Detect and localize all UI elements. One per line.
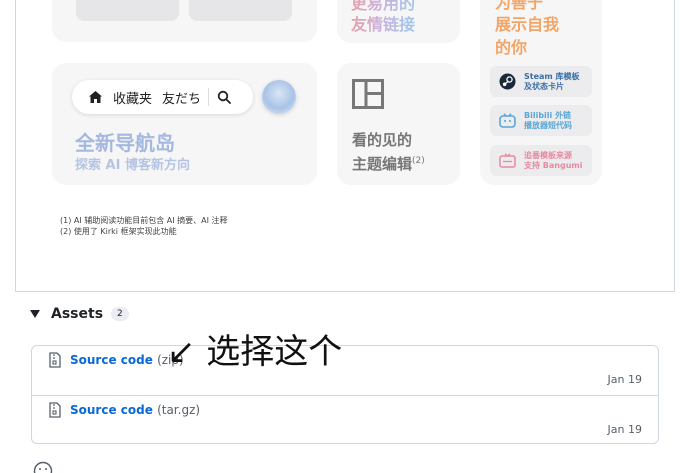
feature-pill-b [189, 0, 292, 21]
file-zip-icon [49, 402, 61, 422]
tv-icon [499, 153, 516, 168]
asset-name-targz: Source code [70, 403, 153, 417]
steam-card-label: Steam 库模板 及状态卡片 [524, 72, 580, 92]
assets-title: Assets [51, 306, 104, 322]
asset-date-targz: Jan 19 [607, 423, 642, 436]
bilibili-label-line2: 播放器短代码 [524, 120, 572, 130]
asset-link-targz[interactable]: Source code (tar.gz) [70, 403, 200, 417]
showcase-line3: 的你 [495, 38, 528, 57]
footnote-marker: (2) [412, 156, 425, 166]
triangle-down-icon [30, 310, 40, 318]
bilibili-label: Bilibili 外链 播放器短代码 [524, 111, 572, 131]
friend-links-line2: 友情链接 [351, 11, 415, 35]
bilibili-icon [499, 113, 516, 128]
asset-row-targz: Source code (tar.gz) Jan 19 [32, 395, 658, 444]
nav-island-subtitle: 探索 AI 博客新方向 [75, 158, 190, 173]
annotation-choose-this: ↙ 选择这个 [167, 332, 343, 372]
layout-grid-icon [352, 79, 384, 113]
page: 更易用的 友情链接 为善于 展示自我 的你 收藏夹 友だち 全新导航岛 探索 A… [0, 0, 690, 473]
home-icon [88, 90, 103, 104]
footnote-2: (2) 使用了 Kirki 框架实现此功能 [60, 227, 177, 236]
bangumi-template-button[interactable]: 追番模板来源 支持 Bangumi [490, 145, 592, 176]
avatar [262, 80, 296, 114]
bangumi-label-line1: 追番模板来源 [524, 150, 572, 160]
footnote-1: (1) AI 辅助阅读功能目前包含 AI 摘要、AI 注释 [60, 216, 228, 225]
assets-list: Source code (zip) Jan 19 Source code (ta… [31, 345, 659, 444]
feature-tile-top-left [52, 0, 317, 42]
asset-date-zip: Jan 19 [607, 373, 642, 386]
nav-island-title: 全新导航岛 [75, 131, 175, 155]
asset-ext-targz: (tar.gz) [157, 403, 201, 417]
assets-toggle[interactable]: Assets 2 [30, 306, 129, 322]
theme-editor-title: 看的见的 主题编辑(2) [352, 130, 462, 175]
showcase-line2: 展示自我 [495, 15, 560, 34]
nav-item-friends: 友だち [162, 91, 202, 107]
feature-pill-a [76, 0, 179, 21]
steam-label-line1: Steam 库模板 [524, 71, 580, 81]
theme-title-line2: 主题编辑 [352, 155, 413, 173]
steam-label-line2: 及状态卡片 [524, 81, 564, 91]
bilibili-label-line1: Bilibili 外链 [524, 110, 572, 120]
theme-title-line1: 看的见的 [352, 131, 413, 149]
nav-item-favorites: 收藏夹 [113, 91, 153, 107]
smiley-reaction-icon[interactable] [33, 461, 53, 473]
search-icon [217, 90, 231, 104]
feature-tile-friend-links: 更易用的 友情链接 [337, 0, 460, 43]
bangumi-label: 追番模板来源 支持 Bangumi [524, 151, 582, 171]
steam-card-button[interactable]: Steam 库模板 及状态卡片 [490, 66, 592, 97]
assets-count-badge: 2 [111, 307, 129, 321]
bilibili-player-button[interactable]: Bilibili 外链 播放器短代码 [490, 105, 592, 136]
bangumi-label-line2: 支持 Bangumi [524, 160, 583, 170]
divider [208, 88, 210, 106]
file-zip-icon [49, 352, 61, 372]
asset-row-zip: Source code (zip) Jan 19 [32, 346, 658, 395]
asset-name-zip: Source code [70, 353, 153, 367]
steam-icon [499, 73, 516, 90]
nav-island-bar: 收藏夹 友だち [72, 80, 253, 114]
